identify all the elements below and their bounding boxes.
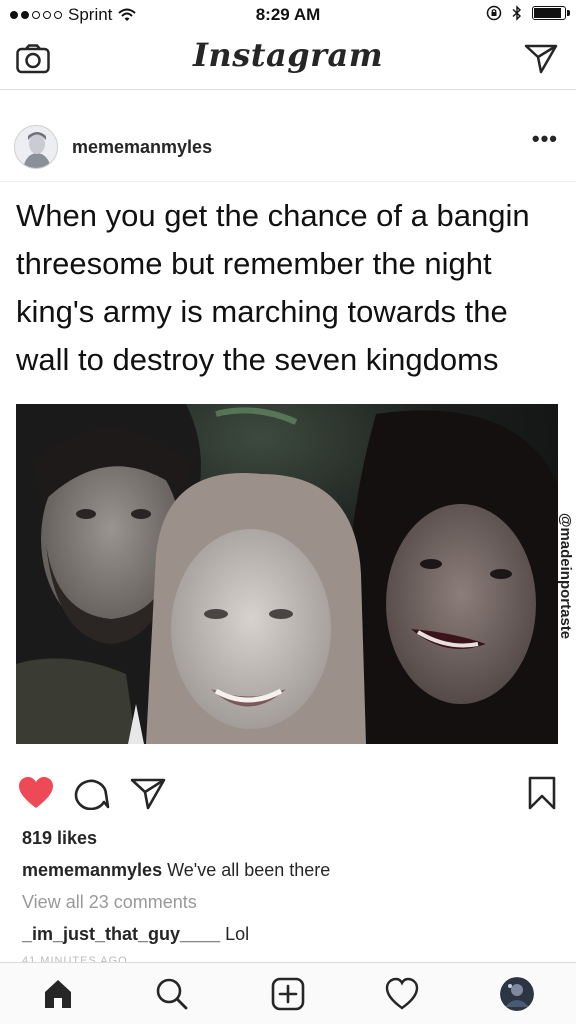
post-username[interactable]: mememanmyles [72, 137, 212, 158]
home-icon[interactable] [41, 977, 75, 1011]
watermark: @madeinportaste [557, 512, 574, 640]
activity-icon[interactable] [385, 977, 419, 1011]
bookmark-icon[interactable] [528, 776, 556, 810]
post-actions [0, 772, 576, 816]
battery-icon [532, 6, 570, 20]
caption-text: We've all been there [162, 860, 331, 880]
search-icon[interactable] [155, 977, 189, 1011]
comment-icon[interactable] [74, 776, 110, 810]
top-nav-bar: Instagram [0, 30, 576, 90]
caption-username[interactable]: mememanmyles [22, 860, 162, 880]
status-right [486, 5, 570, 21]
like-count[interactable]: 819 likes [22, 828, 97, 849]
status-bar: Sprint 8:29 AM [0, 0, 576, 30]
bluetooth-icon [512, 5, 522, 21]
comment-item: _im_just_that_guy____ Lol [22, 924, 249, 945]
meme-text: When you get the chance of a bangin thre… [16, 198, 530, 377]
post-header: mememanmyles ••• [0, 118, 576, 182]
app-logo: Instagram [192, 36, 384, 74]
new-post-icon[interactable] [271, 977, 305, 1011]
post-caption: mememanmyles We've all been there [22, 860, 330, 881]
share-icon[interactable] [130, 778, 166, 810]
direct-message-icon[interactable] [524, 44, 558, 74]
like-icon[interactable] [18, 776, 54, 810]
profile-avatar[interactable] [500, 977, 534, 1011]
comment-text: Lol [220, 924, 250, 944]
more-options-button[interactable]: ••• [532, 126, 558, 152]
rotation-lock-icon [486, 5, 502, 21]
comment-username[interactable]: _im_just_that_guy____ [22, 924, 220, 944]
post-photo[interactable] [16, 404, 558, 744]
bottom-tab-bar [0, 962, 576, 1024]
view-all-comments-link[interactable]: View all 23 comments [22, 892, 197, 913]
user-avatar[interactable] [14, 125, 58, 169]
